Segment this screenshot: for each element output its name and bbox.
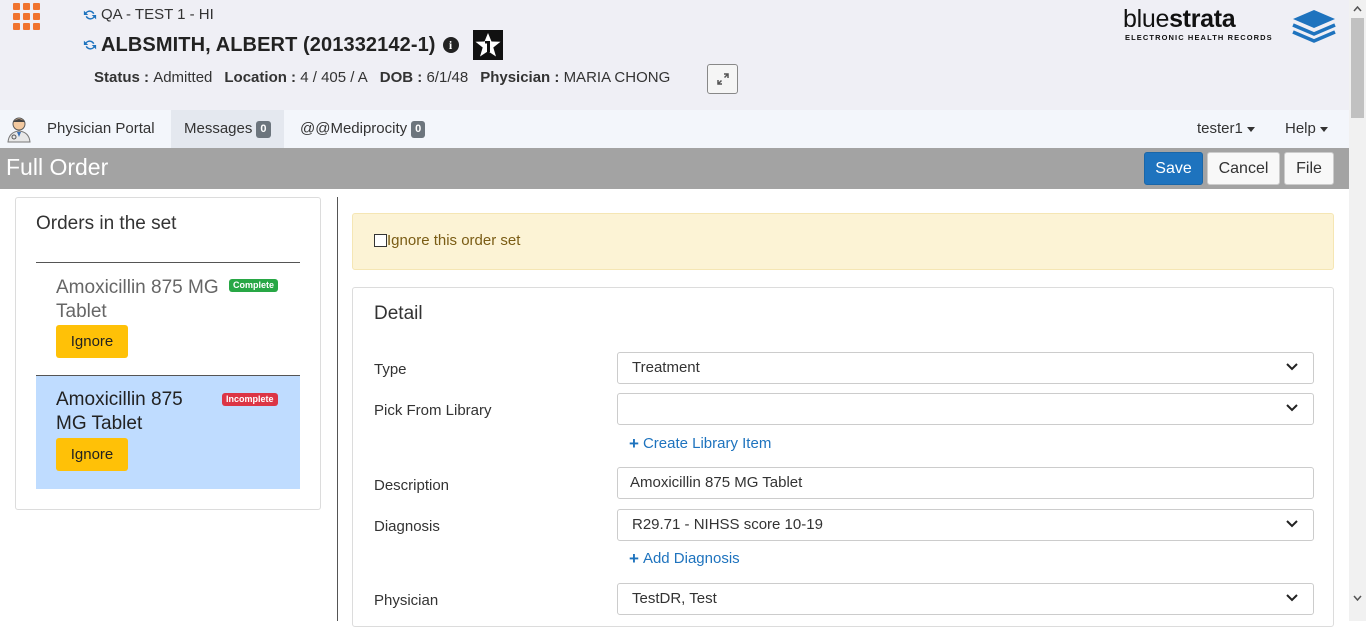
nav-mediprocity[interactable]: @@Mediprocity 0 <box>288 110 437 148</box>
physician-select[interactable]: TestDR, Test <box>617 583 1314 615</box>
messages-count-badge: 0 <box>256 120 271 138</box>
type-label: Type <box>374 361 407 378</box>
ignore-order-set-checkbox[interactable] <box>374 234 387 247</box>
order-item[interactable]: Amoxicillin 875 MG Tablet Complete Ignor… <box>36 264 300 376</box>
refresh-icon[interactable] <box>83 8 97 22</box>
status-value: Admitted <box>153 69 213 86</box>
expand-icon <box>716 73 729 85</box>
page-titlebar: Full Order Save Cancel File <box>0 148 1349 189</box>
plus-icon: + <box>629 549 639 568</box>
page-scrollbar[interactable] <box>1349 0 1366 621</box>
help-menu-label: Help <box>1285 120 1316 137</box>
mediprocity-count-badge: 0 <box>411 120 426 138</box>
user-menu-label: tester1 <box>1197 120 1243 137</box>
ignore-order-button[interactable]: Ignore <box>56 325 128 358</box>
diagnosis-select[interactable]: R29.71 - NIHSS score 10-19 <box>617 509 1314 541</box>
cancel-button[interactable]: Cancel <box>1207 152 1280 185</box>
nav-physician-portal-label: Physician Portal <box>47 120 155 137</box>
chevron-down-icon <box>1286 520 1298 528</box>
divider <box>36 262 300 263</box>
physician-avatar-icon <box>7 117 31 143</box>
panel-divider <box>337 197 338 621</box>
app-grid-icon[interactable] <box>13 3 41 30</box>
nav-mediprocity-label: @@Mediprocity <box>300 120 408 137</box>
logo-tagline: ELECTRONIC HEALTH RECORDS <box>1125 33 1273 42</box>
create-library-item-link[interactable]: + Create Library Item <box>629 435 771 452</box>
bluestrata-logo: bluestrata ELECTRONIC HEALTH RECORDS <box>1123 5 1336 44</box>
location-value: 4 / 405 / A <box>300 69 368 86</box>
physician-value: MARIA CHONG <box>563 69 671 86</box>
library-label: Pick From Library <box>374 402 492 419</box>
scrollbar-thumb[interactable] <box>1351 18 1364 118</box>
star-badge-icon <box>472 30 503 60</box>
patient-name-line: ALBSMITH, ALBERT (201332142-1) i <box>83 30 503 60</box>
ward-line: QA - TEST 1 - HI <box>83 6 214 23</box>
nav-physician-portal[interactable]: Physician Portal <box>36 110 166 148</box>
page-title: Full Order <box>6 154 109 180</box>
caret-down-icon <box>1319 126 1328 132</box>
order-name: Amoxicillin 875 MG Tablet <box>56 277 219 322</box>
plus-icon: + <box>629 434 639 453</box>
physician-field-label: Physician <box>374 592 439 609</box>
type-select-value: Treatment <box>632 359 700 376</box>
status-badge-incomplete: Incomplete <box>222 393 278 406</box>
add-diagnosis-link[interactable]: + Add Diagnosis <box>629 550 740 567</box>
nav-messages-label: Messages <box>184 120 253 137</box>
logo-brand-light: blue <box>1123 5 1170 33</box>
refresh-icon[interactable] <box>83 38 97 52</box>
order-name: Amoxicillin 875 MG Tablet <box>56 389 183 434</box>
description-label: Description <box>374 477 450 494</box>
caret-down-icon <box>1246 126 1255 132</box>
ignore-order-set-alert: Ignore this order set <box>352 213 1334 270</box>
expand-button[interactable] <box>707 64 738 94</box>
add-diagnosis-label: Add Diagnosis <box>642 550 740 567</box>
user-menu[interactable]: tester1 <box>1197 110 1255 148</box>
save-button[interactable]: Save <box>1144 152 1203 185</box>
chevron-down-icon <box>1286 363 1298 371</box>
chevron-down-icon <box>1286 594 1298 602</box>
create-library-item-label: Create Library Item <box>642 435 772 452</box>
diagnosis-label: Diagnosis <box>374 518 440 535</box>
status-label: Status : <box>94 69 150 86</box>
chevron-down-icon <box>1286 404 1298 412</box>
info-icon[interactable]: i <box>442 37 459 53</box>
type-select[interactable]: Treatment <box>617 352 1314 384</box>
description-input-value: Amoxicillin 875 MG Tablet <box>630 474 803 491</box>
top-navbar: Physician Portal Messages 0 @@Mediprocit… <box>0 110 1349 148</box>
dob-label: DOB : <box>379 69 423 86</box>
description-input[interactable]: Amoxicillin 875 MG Tablet <box>617 467 1314 499</box>
diagnosis-select-value: R29.71 - NIHSS score 10-19 <box>632 516 823 533</box>
stacked-layers-icon <box>1292 10 1336 43</box>
scroll-up-arrow-icon[interactable] <box>1349 0 1366 17</box>
detail-panel: Detail Type Treatment Pick From Library … <box>352 287 1334 627</box>
patient-header: QA - TEST 1 - HI ALBSMITH, ALBERT (20133… <box>0 0 1349 110</box>
status-badge-complete: Complete <box>229 279 279 292</box>
location-label: Location : <box>224 69 297 86</box>
scroll-down-arrow-icon[interactable] <box>1349 589 1366 606</box>
logo-brand-bold: strata <box>1169 5 1236 33</box>
ignore-order-button[interactable]: Ignore <box>56 438 128 471</box>
dob-value: 6/1/48 <box>426 69 469 86</box>
help-menu[interactable]: Help <box>1285 110 1328 148</box>
physician-label: Physician : <box>480 69 560 86</box>
patient-demographics: Status : Admitted Location : 4 / 405 / A… <box>94 69 682 86</box>
ward-name: QA - TEST 1 - HI <box>101 6 214 23</box>
library-select[interactable] <box>617 393 1314 425</box>
detail-title: Detail <box>374 303 423 324</box>
orders-panel-title: Orders in the set <box>36 213 177 234</box>
orders-panel: Orders in the set Amoxicillin 875 MG Tab… <box>15 197 321 510</box>
file-button[interactable]: File <box>1284 152 1334 185</box>
patient-name: ALBSMITH, ALBERT (201332142-1) <box>101 33 436 56</box>
order-item-selected[interactable]: Amoxicillin 875 MG Tablet Incomplete Ign… <box>36 376 300 489</box>
ignore-order-set-label[interactable]: Ignore this order set <box>387 232 520 249</box>
nav-messages[interactable]: Messages 0 <box>171 110 284 148</box>
physician-select-value: TestDR, Test <box>632 590 717 607</box>
